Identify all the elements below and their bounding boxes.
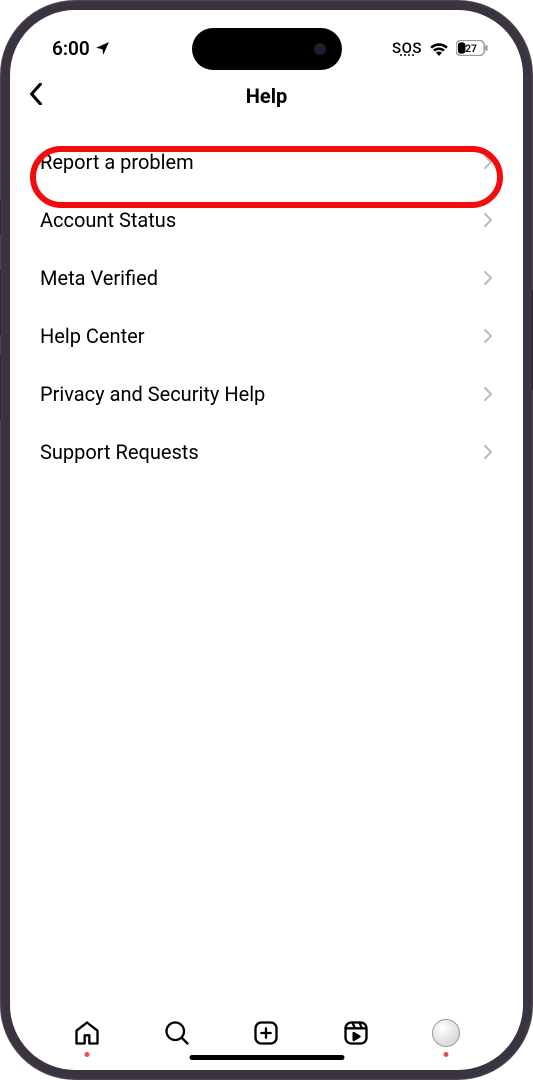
menu-item-label: Account Status	[40, 208, 176, 232]
screen: 6:00 SOS 27	[10, 10, 523, 1070]
status-right: SOS 27	[392, 40, 488, 56]
nav-header: Help	[10, 68, 523, 123]
tab-home[interactable]	[71, 1017, 103, 1049]
notification-dot	[84, 1052, 89, 1057]
wifi-icon	[429, 41, 449, 56]
menu-item-support-requests[interactable]: Support Requests	[10, 423, 523, 481]
chevron-right-icon	[483, 386, 493, 402]
chevron-right-icon	[483, 212, 493, 228]
home-icon	[73, 1019, 101, 1047]
chevron-right-icon	[483, 270, 493, 286]
back-button[interactable]	[28, 83, 44, 109]
tab-profile[interactable]	[430, 1017, 462, 1049]
tab-create[interactable]	[250, 1017, 282, 1049]
sos-text: SOS	[392, 41, 422, 56]
home-indicator[interactable]	[189, 1055, 344, 1060]
menu-item-label: Meta Verified	[40, 266, 158, 290]
chevron-right-icon	[483, 328, 493, 344]
menu-item-label: Report a problem	[40, 150, 194, 174]
reels-icon	[342, 1019, 370, 1047]
volume-down-button	[0, 355, 1, 420]
tab-search[interactable]	[161, 1017, 193, 1049]
status-time: 6:00	[52, 37, 90, 60]
dynamic-island	[192, 28, 342, 70]
page-title: Help	[246, 84, 287, 108]
tab-reels[interactable]	[340, 1017, 372, 1049]
menu-item-help-center[interactable]: Help Center	[10, 307, 523, 365]
sos-indicator: SOS	[392, 41, 422, 56]
chevron-right-icon	[483, 154, 493, 170]
plus-square-icon	[252, 1019, 280, 1047]
menu-item-label: Privacy and Security Help	[40, 382, 265, 406]
menu-item-label: Support Requests	[40, 440, 199, 464]
search-icon	[163, 1019, 191, 1047]
menu-item-privacy-security-help[interactable]: Privacy and Security Help	[10, 365, 523, 423]
chevron-left-icon	[28, 83, 44, 105]
menu-item-report-problem[interactable]: Report a problem	[10, 133, 523, 191]
side-button	[0, 200, 1, 235]
location-icon	[94, 40, 111, 57]
chevron-right-icon	[483, 444, 493, 460]
profile-avatar-icon	[432, 1019, 460, 1047]
phone-frame: 6:00 SOS 27	[0, 0, 533, 1080]
notification-dot	[444, 1052, 449, 1057]
status-left: 6:00	[52, 37, 111, 60]
svg-text:27: 27	[465, 42, 477, 55]
menu-item-meta-verified[interactable]: Meta Verified	[10, 249, 523, 307]
volume-up-button	[0, 270, 1, 335]
menu-list: Report a problem Account Status Meta Ver…	[10, 123, 523, 1000]
menu-item-label: Help Center	[40, 324, 145, 348]
menu-item-account-status[interactable]: Account Status	[10, 191, 523, 249]
battery-icon: 27	[456, 40, 488, 56]
